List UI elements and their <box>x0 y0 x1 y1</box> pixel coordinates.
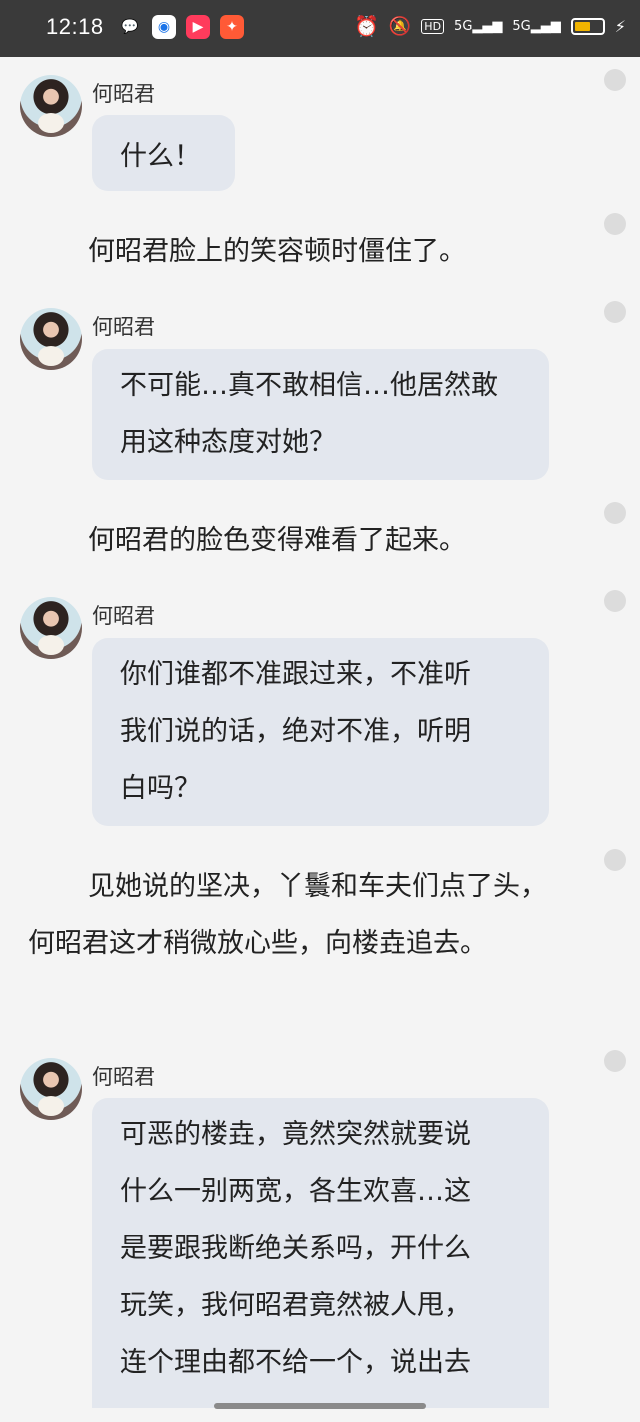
menu-dot-icon[interactable] <box>604 301 626 323</box>
menu-dot-icon[interactable] <box>604 502 626 524</box>
bubble-line: 可恶的楼垚，竟然突然就要说 <box>120 1119 471 1150</box>
browser-icon: ◉ <box>152 15 176 39</box>
hd-icon: HD <box>421 18 445 34</box>
speaker-name: 何昭君 <box>92 82 155 106</box>
avatar[interactable] <box>20 308 82 370</box>
avatar[interactable] <box>20 1058 82 1120</box>
narration-text: 见她说的坚决，丫鬟和车夫们点了头，何昭君这才稍微放心些，向楼垚追去。 <box>28 871 547 959</box>
bubble-line: 什么一别两宽，各生欢喜…这 <box>120 1176 471 1207</box>
bubble-line: 玩笑，我何昭君竟然被人甩， <box>120 1290 471 1321</box>
menu-dot-icon[interactable] <box>604 590 626 612</box>
speaker-name: 何昭君 <box>92 604 155 628</box>
bubble-line: 连个理由都不给一个，说出去 <box>120 1347 471 1378</box>
bubble-line: 白吗？ <box>120 773 201 804</box>
chat-bubble[interactable]: 可恶的楼垚，竟然突然就要说 什么一别两宽，各生欢喜…这 是要跟我断绝关系吗，开什… <box>92 1098 549 1408</box>
alarm-icon: ⏰ <box>353 14 379 38</box>
video-icon: ▶ <box>186 15 210 39</box>
speaker-name: 何昭君 <box>92 315 155 339</box>
signal-5g-icon: 5G▂▄▆ <box>512 18 561 34</box>
bubble-line: 你们谁都不准跟过来，不准听 <box>120 659 471 690</box>
bubble-line: 不可能…真不敢相信…他居然敢 <box>120 370 498 401</box>
battery-icon <box>570 17 605 35</box>
menu-dot-icon[interactable] <box>604 213 626 235</box>
chat-bubble[interactable]: 什么！ <box>92 115 235 191</box>
bubble-line: 什么！ <box>120 141 201 172</box>
menu-dot-icon[interactable] <box>604 1050 626 1072</box>
bubble-line: 是要跟我断绝关系吗，开什么 <box>120 1233 471 1264</box>
avatar[interactable] <box>20 75 82 137</box>
narration-text: 何昭君的脸色变得难看了起来。 <box>88 525 466 556</box>
mute-icon: 🔕 <box>388 15 412 37</box>
game-icon: ✦ <box>220 15 244 39</box>
menu-dot-icon[interactable] <box>604 69 626 91</box>
notification-icons: 💬 ◉ ▶ ✦ <box>118 15 244 39</box>
menu-dot-icon[interactable] <box>604 849 626 871</box>
status-bar: 12:18 💬 ◉ ▶ ✦ ⏰ 🔕 HD 5G▂▄▆ 5G▂▄▆ ⚡ <box>0 0 640 57</box>
signal-5g-icon: 5G▂▄▆ <box>454 18 503 34</box>
avatar[interactable] <box>20 597 82 659</box>
bubble-line: 用这种态度对她？ <box>120 427 336 458</box>
wechat-icon: 💬 <box>121 19 139 35</box>
home-indicator[interactable] <box>214 1403 426 1409</box>
battery-level <box>574 21 591 31</box>
charging-icon: ⚡ <box>614 16 626 36</box>
bubble-line: 我们说的话，绝对不准，听明 <box>120 716 471 747</box>
system-icons: ⏰ 🔕 HD 5G▂▄▆ 5G▂▄▆ ⚡ <box>354 14 626 38</box>
narration-text: 何昭君脸上的笑容顿时僵住了。 <box>88 236 466 267</box>
chat-bubble[interactable]: 你们谁都不准跟过来，不准听 我们说的话，绝对不准，听明 白吗？ <box>92 638 549 826</box>
status-time: 12:18 <box>46 14 104 39</box>
speaker-name: 何昭君 <box>92 1065 155 1089</box>
chat-bubble[interactable]: 不可能…真不敢相信…他居然敢 用这种态度对她？ <box>92 349 549 480</box>
